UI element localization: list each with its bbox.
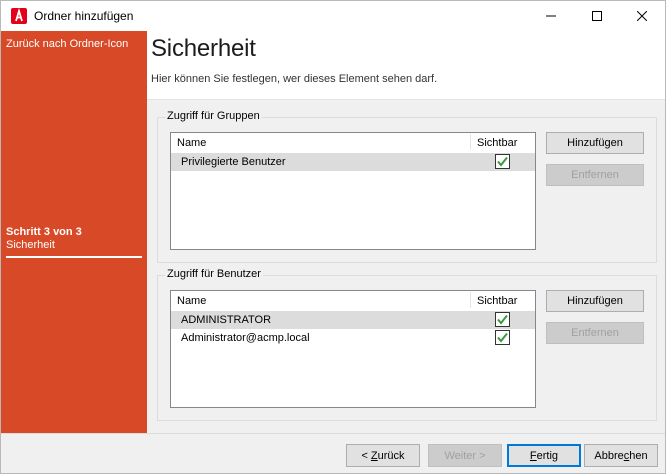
back-button-prefix: < (361, 449, 371, 462)
add-user-button[interactable]: Hinzufügen (546, 290, 644, 312)
list-item[interactable]: Administrator@acmp.local (171, 329, 535, 347)
minimize-icon (546, 15, 556, 17)
list-header: Name Sichtbar (171, 291, 535, 309)
next-button[interactable]: Weiter > (428, 444, 502, 467)
visible-checkbox[interactable] (495, 312, 510, 327)
remove-group-button[interactable]: Entfernen (546, 164, 644, 186)
page-subtitle: Hier können Sie festlegen, wer dieses El… (151, 73, 438, 85)
close-button[interactable] (619, 1, 665, 31)
step-indicator: Schritt 3 von 3 (6, 226, 82, 238)
user-access-list[interactable]: Name Sichtbar ADMINISTRATOR Administrato… (170, 290, 536, 408)
column-header-name[interactable]: Name (177, 137, 206, 149)
column-header-visible[interactable]: Sichtbar (477, 295, 517, 307)
content-area: Zugriff für Gruppen Name Sichtbar Privil… (147, 99, 665, 433)
group-access-box: Zugriff für Gruppen Name Sichtbar Privil… (157, 110, 657, 263)
checkmark-icon (497, 156, 508, 167)
current-step-name: Sicherheit (6, 239, 55, 251)
back-button-accesskey: Z (370, 449, 378, 462)
remove-user-button[interactable]: Entfernen (546, 322, 644, 344)
maximize-icon (592, 11, 602, 21)
finish-button-rest: ertig (536, 449, 559, 462)
back-button-rest: urück (377, 449, 405, 462)
list-item[interactable]: Privilegierte Benutzer (171, 153, 535, 171)
cancel-button-rest: hen (629, 449, 648, 462)
acmp-logo-icon (11, 8, 27, 24)
wizard-sidebar: Zurück nach Ordner-Icon Schritt 3 von 3 … (1, 31, 147, 433)
column-separator[interactable] (470, 292, 471, 308)
window-title: Ordner hinzufügen (34, 9, 134, 23)
checkmark-icon (497, 314, 508, 325)
add-group-button[interactable]: Hinzufügen (546, 132, 644, 154)
user-access-label: Zugriff für Benutzer (165, 268, 263, 280)
list-item-name: Administrator@acmp.local (181, 332, 310, 344)
visible-checkbox[interactable] (495, 330, 510, 345)
column-header-visible[interactable]: Sichtbar (477, 137, 517, 149)
page-title: Sicherheit (151, 35, 256, 62)
user-access-box: Zugriff für Benutzer Name Sichtbar ADMIN… (157, 268, 657, 421)
checkmark-icon (497, 332, 508, 343)
maximize-button[interactable] (574, 1, 620, 31)
back-button[interactable]: < Zurück (346, 444, 420, 467)
wizard-footer: < Zurück Weiter > Fertig Abbre c hen (1, 433, 665, 473)
dialog-window: Ordner hinzufügen Zurück nach Ordner-Ico… (0, 0, 666, 474)
minimize-button[interactable] (528, 1, 574, 31)
cancel-button-pre: Abbre (594, 449, 624, 462)
cancel-button[interactable]: Abbre c hen (584, 444, 658, 467)
group-access-label: Zugriff für Gruppen (165, 110, 262, 122)
column-header-name[interactable]: Name (177, 295, 206, 307)
step-underline (6, 256, 142, 258)
finish-button[interactable]: Fertig (507, 444, 581, 467)
list-item-name: Privilegierte Benutzer (181, 156, 286, 168)
finish-button-accesskey: F (529, 449, 537, 462)
list-header: Name Sichtbar (171, 133, 535, 151)
back-to-folder-icon-link[interactable]: Zurück nach Ordner-Icon (6, 38, 136, 51)
column-separator[interactable] (470, 134, 471, 150)
group-access-list[interactable]: Name Sichtbar Privilegierte Benutzer (170, 132, 536, 250)
list-item[interactable]: ADMINISTRATOR (171, 311, 535, 329)
close-icon (637, 11, 647, 21)
visible-checkbox[interactable] (495, 154, 510, 169)
list-item-name: ADMINISTRATOR (181, 314, 272, 326)
title-bar[interactable]: Ordner hinzufügen (1, 1, 665, 31)
